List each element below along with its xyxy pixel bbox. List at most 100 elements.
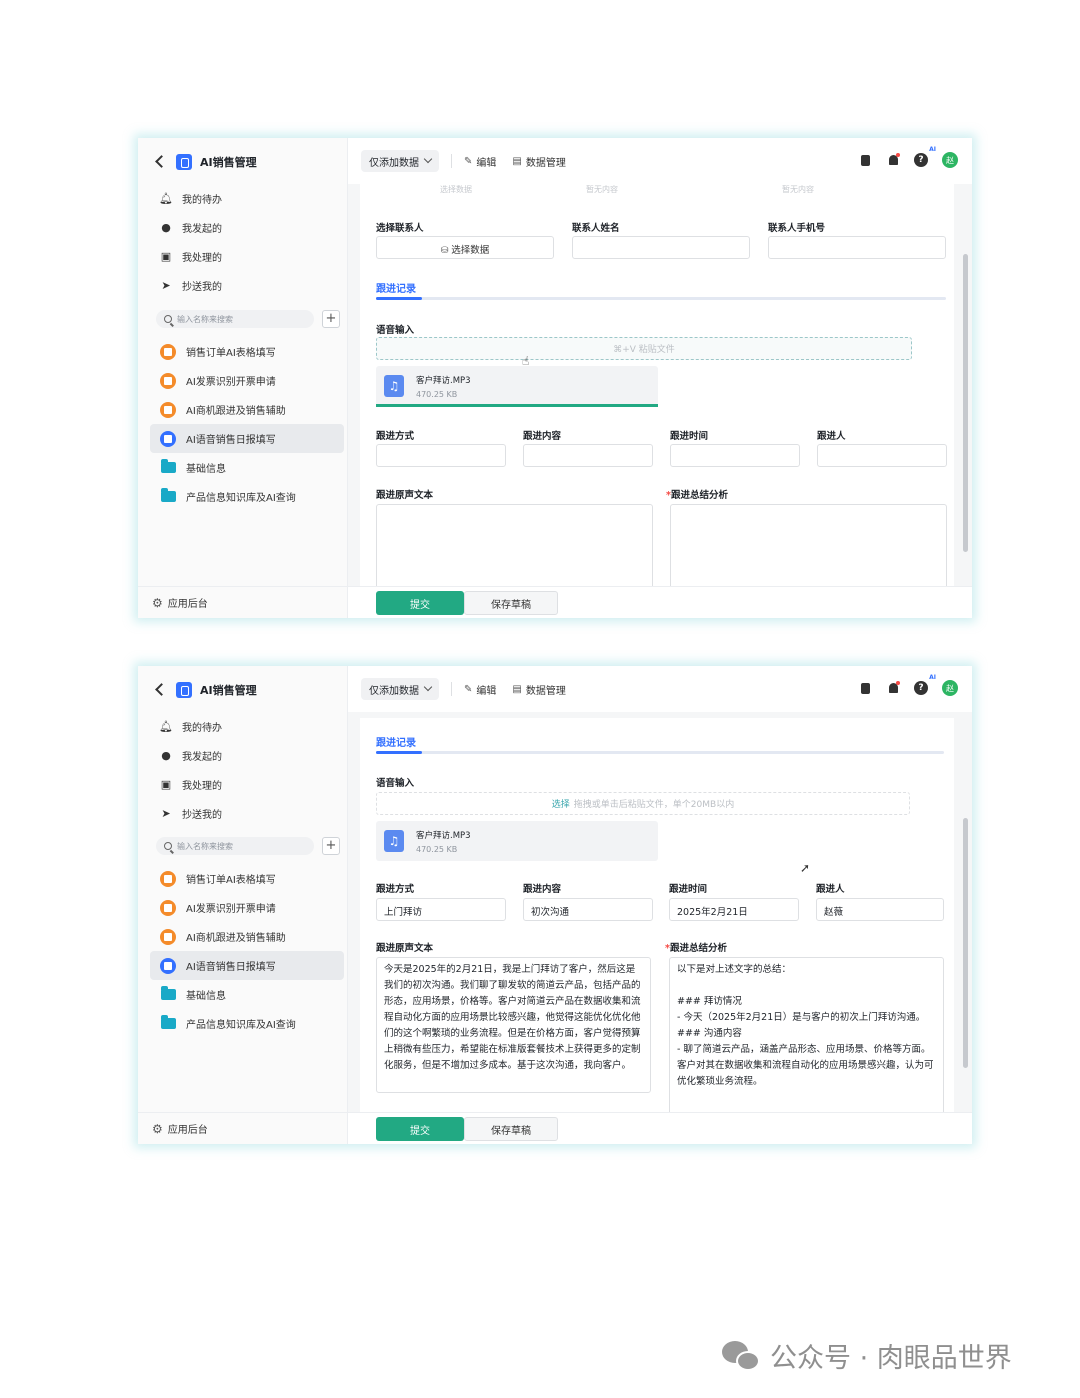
scrollbar[interactable]: [963, 254, 968, 552]
content-field[interactable]: 初次沟通: [523, 898, 653, 921]
file-dropzone[interactable]: 选择 拖拽或单击后粘贴文件，单个20MB以内: [376, 792, 910, 815]
folder-basic-info[interactable]: 基础信息: [150, 453, 344, 482]
form-item-invoice[interactable]: AI发票识别开票申请: [150, 893, 344, 922]
submit-button[interactable]: 提交: [376, 1117, 464, 1141]
sidebar-item-todo[interactable]: 🔔︎ 我的待办: [152, 712, 342, 741]
section-underline: [376, 751, 944, 754]
form-icon: [160, 899, 176, 916]
section-underline: [376, 297, 946, 300]
form-item-invoice[interactable]: AI发票识别开票申请: [150, 366, 344, 395]
transcript-label: 跟进原声文本: [376, 490, 434, 501]
search-input[interactable]: 输入名称来搜索: [156, 310, 314, 328]
sidebar-item-todo[interactable]: 🔔︎ 我的待办: [152, 184, 342, 213]
person-field[interactable]: [817, 444, 947, 467]
mode-select[interactable]: 仅添加数据: [361, 678, 439, 700]
edit-label: 编辑: [476, 685, 497, 697]
help-icon[interactable]: ? AI: [914, 146, 936, 167]
app-admin-link[interactable]: ⚙ 应用后台: [138, 1112, 347, 1144]
summary-textarea[interactable]: [670, 504, 947, 586]
content-field[interactable]: [523, 444, 653, 467]
form-card: 选择数据 暂无内容 暂无内容 选择联系人 ⛁ 选择数据 联系人姓名 联系人手机号 …: [360, 184, 954, 586]
method-label: 跟进方式: [376, 431, 415, 442]
form-card: 跟进记录 语音输入 选择 拖拽或单击后粘贴文件，单个20MB以内 ♫ 客户拜访.M…: [360, 718, 954, 1112]
form-item-label: 产品信息知识库及AI查询: [186, 1020, 296, 1031]
data-management-button[interactable]: ▤ 数据管理: [512, 154, 565, 169]
mode-select[interactable]: 仅添加数据: [361, 150, 439, 172]
form-item-label: 产品信息知识库及AI查询: [186, 493, 296, 504]
form-item-opportunity[interactable]: AI商机跟进及销售辅助: [150, 922, 344, 951]
method-label: 跟进方式: [376, 884, 415, 895]
contact-name-field[interactable]: [572, 236, 750, 259]
method-field[interactable]: [376, 444, 506, 467]
avatar[interactable]: 赵: [942, 680, 958, 696]
sidebar-item-handled[interactable]: ▣ 我处理的: [152, 242, 342, 271]
dropzone-select-link[interactable]: 选择: [552, 797, 570, 810]
transcript-textarea[interactable]: [376, 504, 653, 586]
method-field[interactable]: 上门拜访: [376, 898, 506, 921]
help-icon[interactable]: ? AI: [914, 674, 936, 695]
scrollbar[interactable]: [963, 818, 968, 1068]
submit-button[interactable]: 提交: [376, 591, 464, 615]
toolbar: 仅添加数据 ✎ 编辑 ▤ 数据管理 ? AI 赵: [348, 138, 972, 184]
book-icon[interactable]: [858, 153, 872, 167]
summary-textarea[interactable]: 以下是对上述文字的总结： ### 拜访情况 - 今天（2025年2月21日）是与…: [669, 957, 944, 1112]
upload-progress-bar: [376, 404, 658, 407]
notification-bell-icon[interactable]: [886, 681, 900, 695]
form-item-voice-report[interactable]: AI语音销售日报填写: [150, 424, 344, 453]
action-bar: 提交 保存草稿: [348, 586, 972, 618]
music-file-icon: ♫: [384, 375, 404, 397]
voice-input-label: 语音输入: [376, 325, 415, 336]
app-admin-link[interactable]: ⚙ 应用后台: [138, 586, 347, 618]
form-item-voice-report[interactable]: AI语音销售日报填写: [150, 951, 344, 980]
edit-button[interactable]: ✎ 编辑: [464, 154, 496, 169]
data-management-button[interactable]: ▤ 数据管理: [512, 682, 565, 697]
sidebar-item-cc[interactable]: ➤ 抄送我的: [152, 271, 342, 300]
search-input[interactable]: 输入名称来搜索: [156, 837, 314, 855]
sidebar-item-label: 我发起的: [182, 224, 222, 235]
sidebar-item-initiated[interactable]: ● 我发起的: [152, 741, 342, 770]
sidebar-item-initiated[interactable]: ● 我发起的: [152, 213, 342, 242]
contact-select-button[interactable]: ⛁ 选择数据: [376, 236, 554, 259]
book-icon[interactable]: [858, 681, 872, 695]
form-item-sales-order[interactable]: 销售订单AI表格填写: [150, 337, 344, 366]
form-list: 销售订单AI表格填写 AI发票识别开票申请 AI商机跟进及销售辅助 AI语音销售…: [150, 864, 344, 1038]
add-form-button[interactable]: +: [322, 837, 340, 855]
search-placeholder: 输入名称来搜索: [177, 314, 233, 324]
time-field[interactable]: 2025年2月21日: [669, 898, 799, 921]
folder-product-kb[interactable]: 产品信息知识库及AI查询: [150, 1009, 344, 1038]
time-field[interactable]: [670, 444, 800, 467]
contact-phone-field[interactable]: [768, 236, 946, 259]
voice-input-label: 语音输入: [376, 778, 415, 789]
folder-product-kb[interactable]: 产品信息知识库及AI查询: [150, 482, 344, 511]
form-item-sales-order[interactable]: 销售订单AI表格填写: [150, 864, 344, 893]
back-arrow-icon[interactable]: [152, 154, 168, 170]
folder-basic-info[interactable]: 基础信息: [150, 980, 344, 1009]
sidebar-nav: 🔔︎ 我的待办 ● 我发起的 ▣ 我处理的 ➤ 抄送我的: [152, 184, 342, 300]
summary-label-text: 跟进总结分析: [670, 490, 728, 501]
uploaded-file[interactable]: ♫ 客户拜访.MP3 470.25 KB: [376, 366, 658, 406]
save-draft-button[interactable]: 保存草稿: [464, 1117, 558, 1141]
add-form-button[interactable]: +: [322, 310, 340, 328]
chevron-down-icon: [423, 682, 433, 692]
form-icon: [160, 430, 176, 447]
clipped-row: 选择数据 暂无内容 暂无内容: [360, 184, 954, 196]
sidebar-item-handled[interactable]: ▣ 我处理的: [152, 770, 342, 799]
form-item-label: 销售订单AI表格填写: [186, 875, 276, 886]
sidebar-item-cc[interactable]: ➤ 抄送我的: [152, 799, 342, 828]
time-label: 跟进时间: [670, 431, 709, 442]
divider: [451, 682, 452, 696]
save-draft-button[interactable]: 保存草稿: [464, 591, 558, 615]
avatar[interactable]: 赵: [942, 152, 958, 168]
folder-icon: [161, 1015, 176, 1029]
notification-bell-icon[interactable]: [886, 153, 900, 167]
back-arrow-icon[interactable]: [152, 682, 168, 698]
form-item-opportunity[interactable]: AI商机跟进及销售辅助: [150, 395, 344, 424]
edit-button[interactable]: ✎ 编辑: [464, 682, 496, 697]
file-size: 470.25 KB: [416, 844, 458, 854]
person-field[interactable]: 赵薇: [816, 898, 944, 921]
file-dropzone[interactable]: ⌘+V 粘贴文件: [376, 337, 912, 360]
transcript-textarea[interactable]: 今天是2025年的2月21日，我是上门拜访了客户，然后这是我们的初次沟通。我们聊…: [376, 957, 651, 1093]
contact-name-label: 联系人姓名: [572, 223, 620, 234]
file-name: 客户拜访.MP3: [416, 830, 471, 841]
uploaded-file[interactable]: ♫ 客户拜访.MP3 470.25 KB: [376, 821, 658, 861]
